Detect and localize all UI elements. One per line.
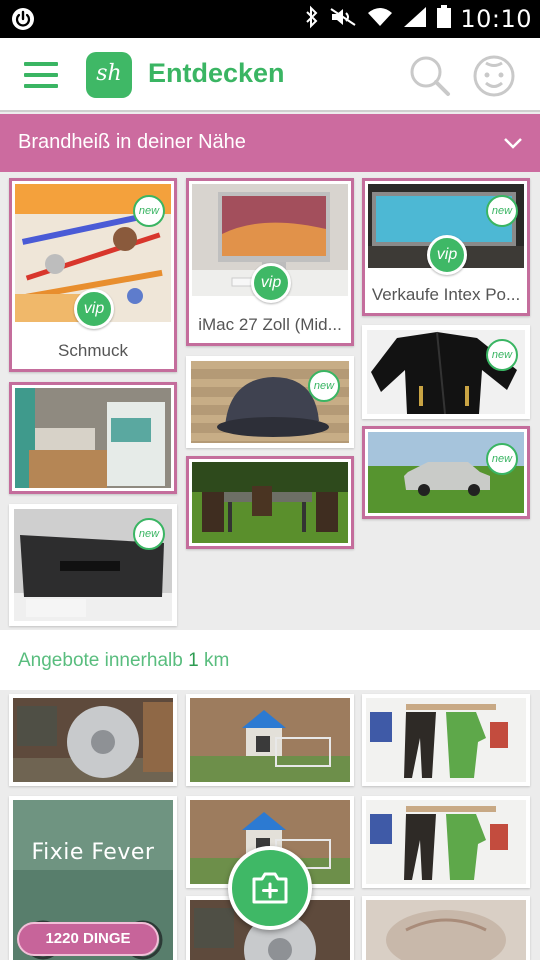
item-card[interactable] — [362, 896, 530, 960]
new-badge: new — [308, 370, 340, 402]
item-photo — [15, 388, 171, 488]
item-card[interactable]: new — [362, 426, 530, 519]
item-photo — [366, 900, 526, 960]
item-card[interactable] — [362, 796, 530, 888]
item-card[interactable]: vip iMac 27 Zoll (Mid... — [186, 178, 354, 346]
item-card[interactable] — [9, 694, 177, 786]
item-card[interactable] — [362, 694, 530, 786]
promo-title: Fixie Fever — [31, 840, 155, 865]
nearby-section-title: Angebote innerhalb 1 km — [18, 650, 230, 671]
signal-icon — [402, 6, 428, 33]
item-photo — [13, 698, 173, 782]
hot-section-header[interactable]: Brandheiß in deiner Nähe — [0, 114, 540, 172]
item-card[interactable]: new — [362, 325, 530, 419]
new-badge: new — [486, 339, 518, 371]
page-title: Entdecken — [148, 58, 285, 88]
promo-count-badge[interactable]: 1220 DINGE — [17, 922, 159, 956]
app-bar: sh Entdecken — [0, 38, 540, 112]
clock: 10:10 — [460, 5, 532, 33]
status-bar: 10:10 — [0, 0, 540, 38]
bluetooth-icon — [304, 5, 320, 34]
mute-icon — [328, 6, 358, 33]
new-badge: new — [486, 443, 518, 475]
item-card[interactable] — [186, 456, 354, 549]
profile-icon[interactable] — [472, 54, 516, 98]
item-photo — [190, 698, 350, 782]
item-title: iMac 27 Zoll (Mid... — [198, 315, 342, 334]
search-icon[interactable] — [408, 54, 452, 98]
battery-icon — [436, 4, 452, 34]
item-photo — [366, 698, 526, 782]
camera-plus-icon — [252, 872, 288, 904]
item-card[interactable]: new vip Verkaufe Intex Po... — [362, 178, 530, 316]
vip-badge: vip — [251, 263, 291, 303]
item-card[interactable]: new — [186, 356, 354, 448]
vip-badge: vip — [74, 289, 114, 329]
item-card[interactable]: new vip Schmuck — [9, 178, 177, 372]
chevron-down-icon[interactable] — [502, 132, 524, 159]
new-badge: new — [133, 518, 165, 550]
item-title: Schmuck — [58, 341, 128, 360]
nearby-section-header: Angebote innerhalb 1 km — [0, 630, 540, 690]
vip-badge: vip — [427, 235, 467, 275]
promo-card[interactable]: Fixie Fever 1220 DINGE — [9, 796, 177, 960]
new-badge: new — [133, 195, 165, 227]
wifi-icon — [366, 6, 394, 33]
app-logo: sh — [86, 52, 132, 98]
distance-value: 1 — [188, 650, 199, 671]
power-icon — [10, 6, 36, 37]
hot-section-title: Brandheiß in deiner Nähe — [18, 131, 246, 153]
menu-icon[interactable] — [24, 62, 58, 88]
new-badge: new — [486, 195, 518, 227]
add-listing-button[interactable] — [228, 846, 312, 930]
item-card[interactable]: new — [9, 504, 177, 626]
item-card[interactable] — [186, 694, 354, 786]
item-title: Verkaufe Intex Po... — [371, 285, 521, 304]
item-photo — [366, 800, 526, 884]
item-photo — [192, 462, 348, 543]
item-card[interactable] — [9, 382, 177, 494]
